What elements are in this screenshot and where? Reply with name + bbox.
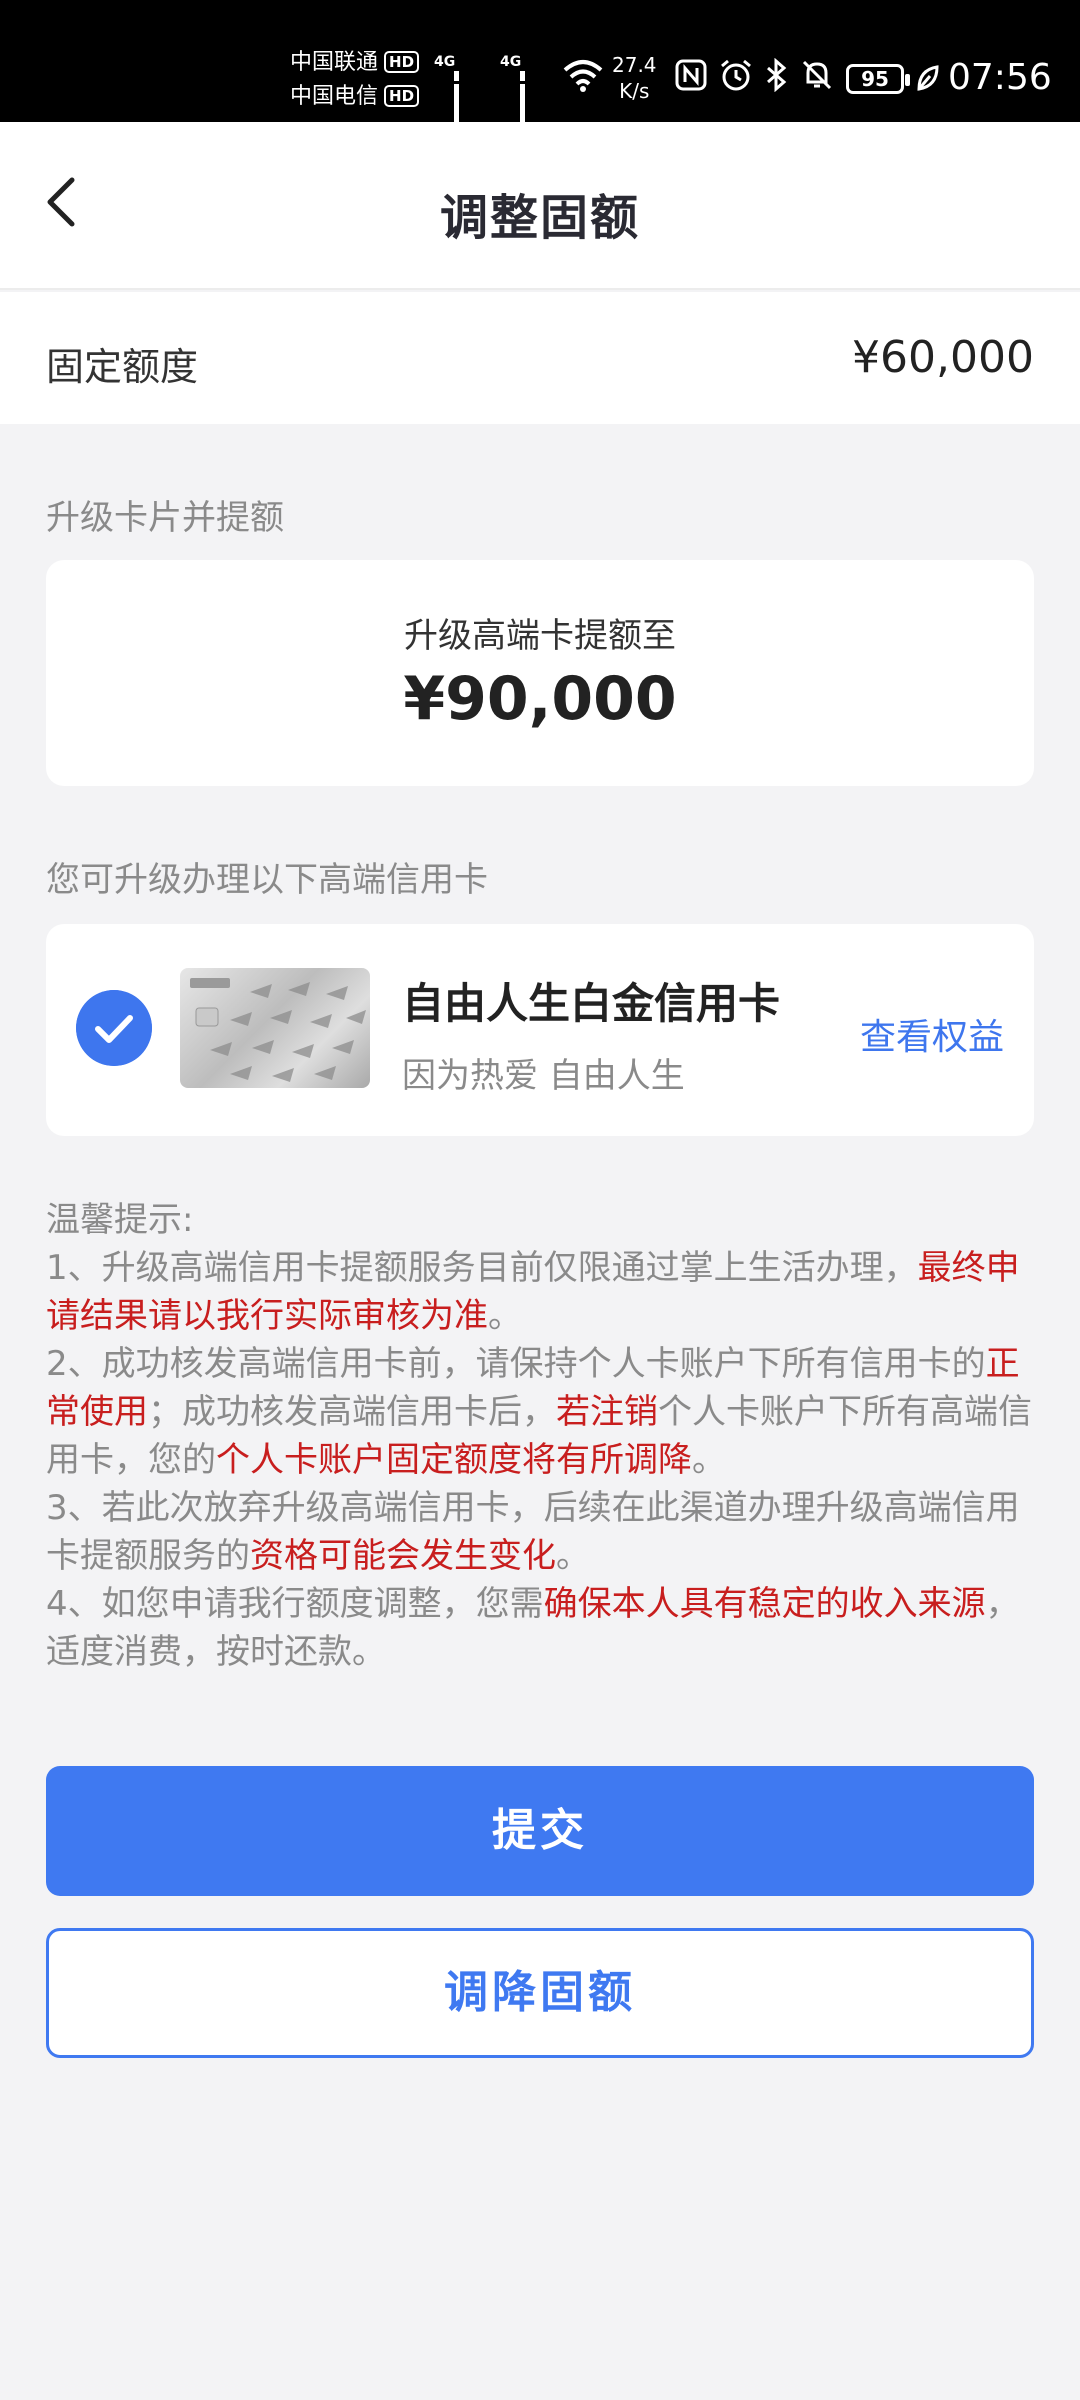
network-type: 4G [434, 54, 456, 70]
carrier-2: 中国电信 [290, 84, 379, 109]
upgrade-amount-card: 升级高端卡提额至 ¥90,000 [46, 560, 1034, 786]
status-bar: 中国联通 HD 中国电信 HD 4G 4G 27.4 K/s 95 07:56 [0, 0, 1080, 150]
network-type: 4G [500, 54, 522, 70]
card-name: 自由人生白金信用卡 [402, 979, 781, 1028]
hd-badge: HD [384, 85, 420, 107]
upgrade-amount: ¥90,000 [403, 664, 677, 734]
credit-card-image [180, 968, 370, 1088]
upgrade-subtitle: 升级高端卡提额至 [404, 616, 676, 656]
wifi-icon [563, 60, 603, 92]
page-title: 调整固额 [439, 190, 640, 246]
bird-pattern-icon [190, 978, 366, 1082]
alarm-icon [721, 59, 751, 91]
card-option[interactable]: 自由人生白金信用卡 因为热爱 自由人生 查看权益 [46, 924, 1034, 1136]
carrier-info: 中国联通 HD 中国电信 HD [290, 46, 420, 114]
tip-item: 4、如您申请我行额度调整，您需确保本人具有稳定的收入来源，适度消费，按时还款。 [46, 1584, 1020, 1672]
tips-title: 温馨提示: [46, 1200, 194, 1240]
mute-icon [802, 60, 832, 90]
nav-bar: 调整固额 [0, 122, 1080, 290]
tip-item: 3、若此次放弃升级高端信用卡，后续在此渠道办理升级高端信用卡提额服务的资格可能会… [46, 1488, 1020, 1576]
submit-button[interactable]: 提交 [46, 1766, 1034, 1896]
battery-icon: 95 [846, 64, 910, 94]
fixed-quota-value: ¥60,000 [852, 332, 1034, 383]
fixed-quota-label: 固定额度 [46, 345, 199, 389]
clock: 07:56 [948, 57, 1052, 98]
fixed-quota-row: 固定额度 ¥60,000 [0, 292, 1080, 424]
tips-block: 温馨提示: 1、升级高端信用卡提额服务目前仅限通过掌上生活办理，最终申请结果请以… [46, 1196, 1036, 1676]
view-benefits-link[interactable]: 查看权益 [860, 1008, 1004, 1060]
net-speed: 27.4 K/s [612, 53, 657, 103]
reduce-quota-button[interactable]: 调降固额 [46, 1928, 1034, 2058]
carrier-1: 中国联通 [290, 50, 379, 75]
tip-item: 2、成功核发高端信用卡前，请保持个人卡账户下所有信用卡的正常使用；成功核发高端信… [46, 1344, 1032, 1480]
check-circle-icon[interactable] [76, 990, 152, 1066]
upgrade-section-label: 升级卡片并提额 [46, 498, 284, 538]
hd-badge: HD [384, 51, 420, 73]
bluetooth-icon [767, 58, 787, 92]
card-section-label: 您可升级办理以下高端信用卡 [46, 860, 488, 900]
nfc-icon [675, 59, 707, 91]
tip-item: 1、升级高端信用卡提额服务目前仅限通过掌上生活办理，最终申请结果请以我行实际审核… [46, 1248, 1020, 1336]
leaf-icon [917, 65, 939, 91]
card-slogan: 因为热爱 自由人生 [402, 1056, 685, 1096]
